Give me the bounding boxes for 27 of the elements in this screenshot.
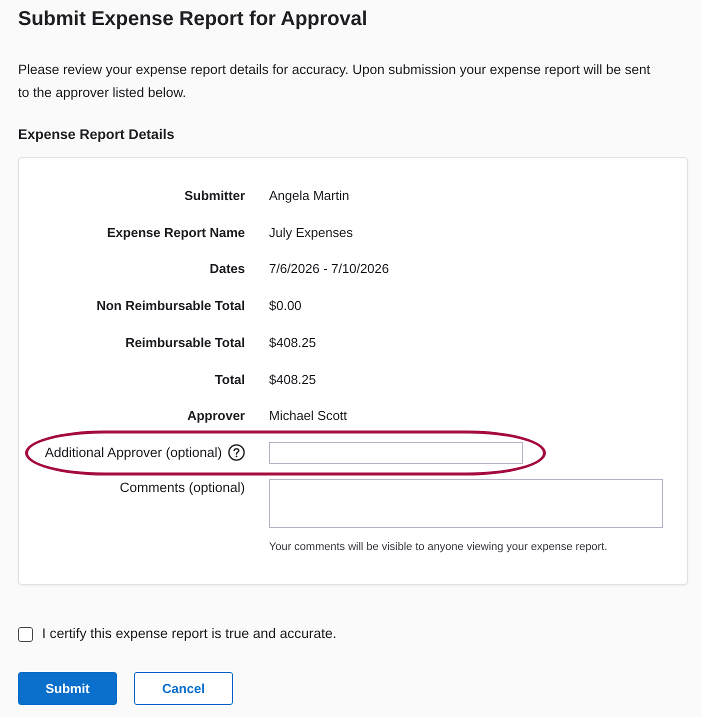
field-label: Approver [187, 408, 245, 424]
submit-button[interactable]: Submit [18, 672, 117, 706]
field-value: $408.25 [269, 372, 317, 387]
field-value: $0.00 [269, 298, 303, 314]
help-icon[interactable] [228, 444, 245, 462]
field-value: July Expenses [269, 224, 354, 240]
checkbox[interactable] [18, 626, 33, 642]
field-value: Angela Martin [269, 188, 350, 203]
field-label: Total [214, 372, 245, 387]
field-hint: Your comments will be visible to anyone viewing your expense report. [269, 540, 608, 556]
field-label: Dates [210, 261, 245, 276]
field-label: Expense Report Name [107, 224, 245, 240]
field-label: Additional Approver (optional) [44, 444, 222, 462]
field-value: $408.25 [269, 334, 317, 350]
checkbox-label: I certify this expense report is true and accurate. [42, 625, 336, 644]
section-heading: Expense Report Details [18, 125, 176, 144]
field-label: Comments (optional) [120, 479, 245, 498]
field-label: Non Reimbursable Total [96, 298, 245, 314]
intro-text: Please review your expense report details for accuracy. Upon submission your expense report will be sent to the approver listed below. [18, 61, 652, 102]
field-value: 7/6/2026 - 7/10/2026 [269, 261, 390, 276]
comments-field[interactable] [269, 479, 663, 528]
field-value: Michael Scott [269, 408, 348, 424]
field-label: Reimbursable Total [125, 334, 245, 350]
input-field[interactable] [269, 442, 523, 464]
cancel-button[interactable]: Cancel [134, 672, 233, 706]
field-label: Submitter [184, 188, 245, 203]
page-title: Submit Expense Report for Approval [18, 7, 368, 32]
